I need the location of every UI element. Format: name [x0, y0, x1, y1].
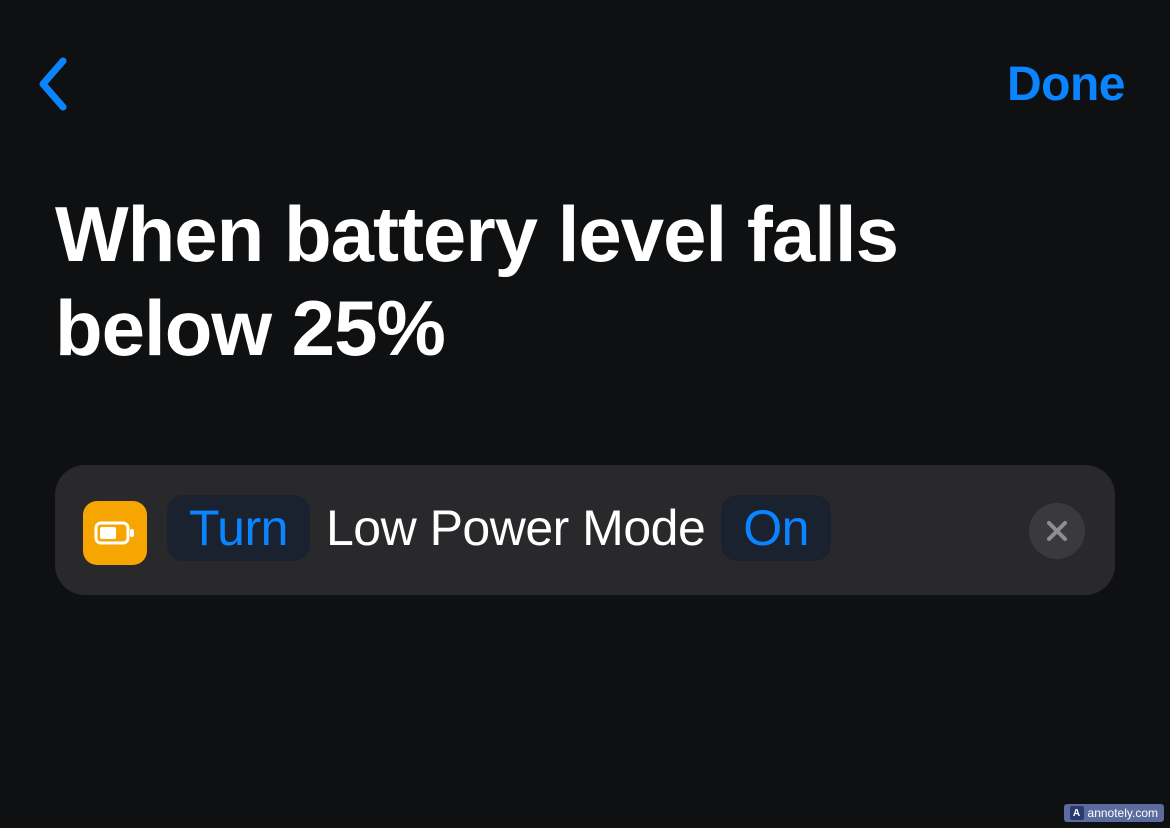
- automation-title: When battery level falls below 25%: [0, 133, 1170, 415]
- watermark: A annotely.com: [1064, 804, 1164, 822]
- action-content: Turn Low Power Mode On: [167, 495, 1087, 561]
- battery-icon: [83, 501, 147, 565]
- watermark-icon: A: [1070, 806, 1084, 820]
- chevron-left-icon: [35, 55, 71, 113]
- close-icon: [1045, 519, 1069, 543]
- done-button[interactable]: Done: [1007, 57, 1125, 112]
- header: Done: [0, 0, 1170, 133]
- action-subject-label: Low Power Mode: [326, 499, 705, 557]
- remove-action-button[interactable]: [1029, 503, 1085, 559]
- state-token[interactable]: On: [721, 495, 831, 561]
- action-card[interactable]: Turn Low Power Mode On: [55, 465, 1115, 595]
- watermark-text: annotely.com: [1088, 806, 1158, 820]
- back-button[interactable]: [35, 55, 71, 113]
- verb-token[interactable]: Turn: [167, 495, 310, 561]
